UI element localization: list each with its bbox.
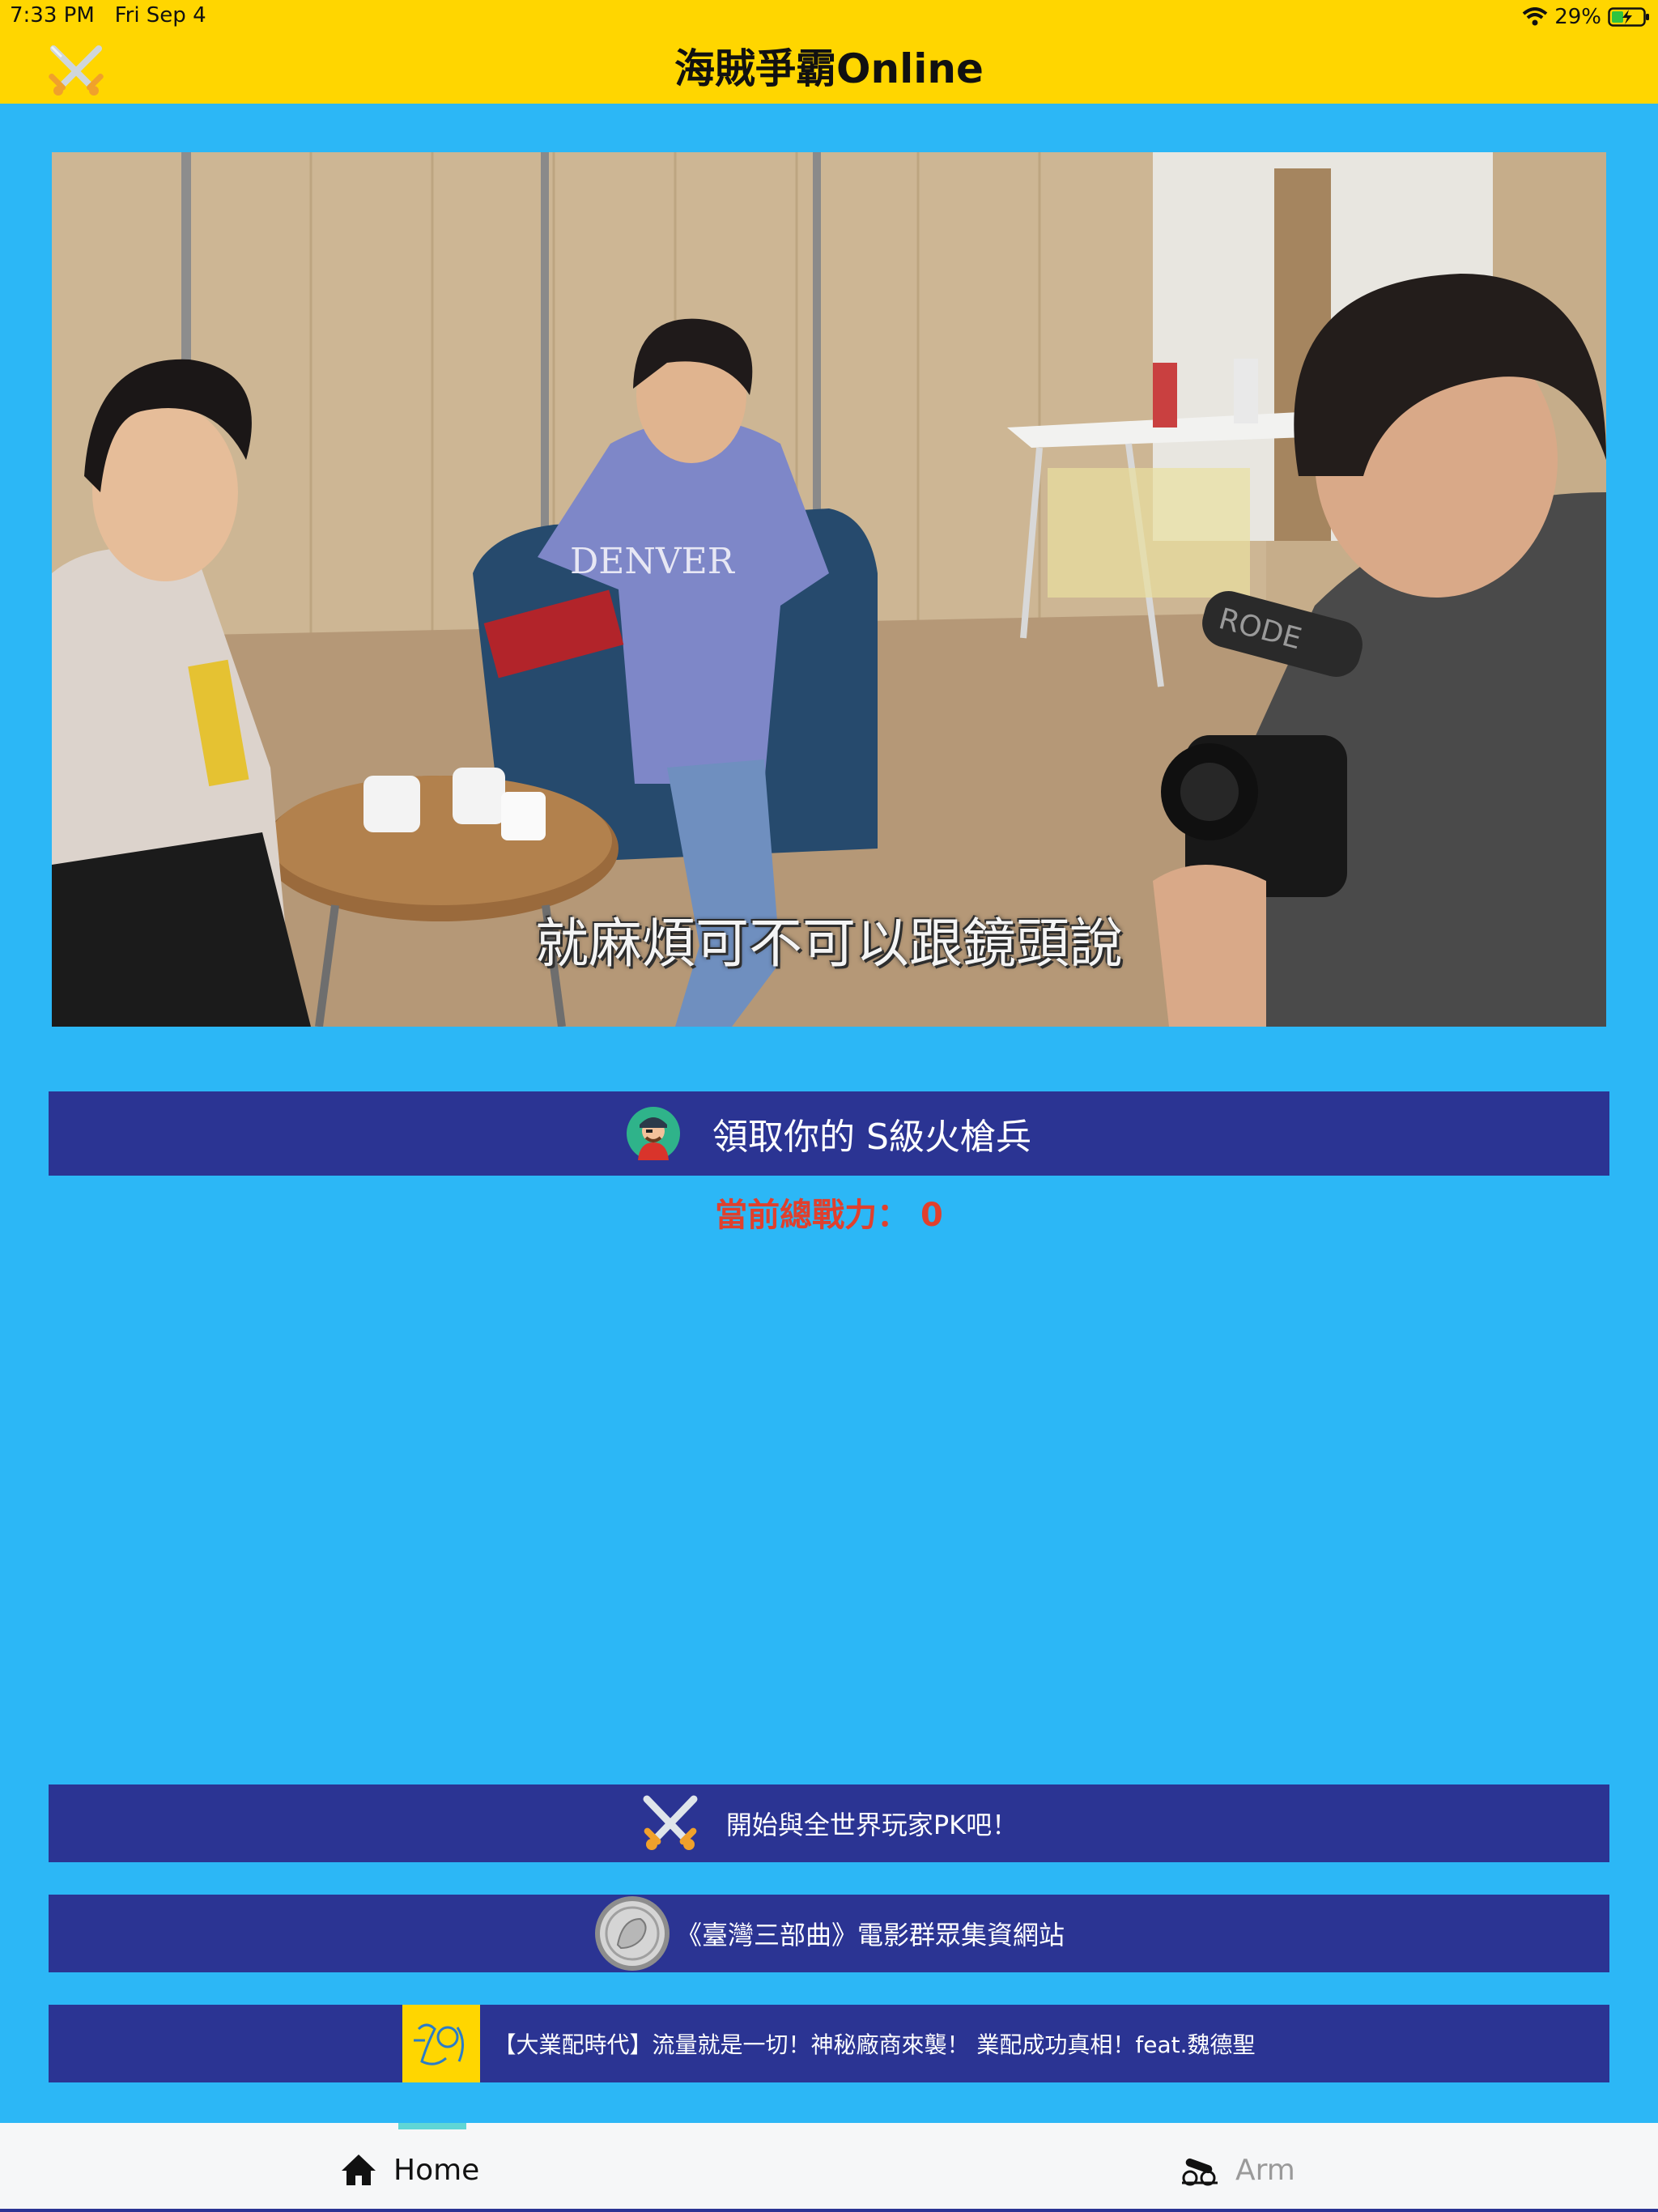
claim-musketeer-button[interactable]: 領取你的 S級火槍兵	[49, 1091, 1609, 1176]
featured-video-button[interactable]: 【大業配時代】流量就是一切！神秘廠商來襲！ 業配成功真相！feat.魏德聖	[49, 2005, 1609, 2082]
video-subtitle: 就麻煩可不可以跟鏡頭說	[535, 912, 1123, 975]
status-bar-right: 29%	[1522, 3, 1650, 31]
app-header: 7:33 PM Fri Sep 4 29% 海賊爭霸Online	[0, 0, 1658, 104]
page-title: 海賊爭霸Online	[674, 45, 984, 92]
status-date: Fri Sep 4	[114, 3, 206, 28]
crossed-swords-icon	[643, 1795, 698, 1850]
cannon-icon	[1182, 2158, 1218, 2186]
status-time: 7:33 PM	[10, 3, 95, 28]
battery-percent: 29%	[1554, 5, 1601, 29]
tab-home[interactable]: Home	[340, 2147, 479, 2193]
crowdfunding-button-label: 《臺灣三部曲》電影群眾集資網站	[675, 1920, 1065, 1950]
pirate-avatar-icon	[627, 1107, 681, 1160]
tab-arm[interactable]: Arm	[1180, 2147, 1295, 2193]
video-player[interactable]: DENVER RODE 就麻煩可不可以跟鏡頭說	[52, 152, 1606, 1027]
wifi-icon	[1522, 7, 1548, 26]
shirt-text: DENVER	[570, 541, 736, 582]
pk-button-label: 開始與全世界玩家PK吧！	[725, 1810, 1018, 1840]
channel-logo-icon	[402, 2005, 481, 2082]
tab-bar: Home Arm	[0, 2123, 1658, 2212]
coin-icon	[594, 1896, 670, 1971]
tab-home-label: Home	[393, 2153, 480, 2187]
tab-arm-label: Arm	[1235, 2153, 1295, 2187]
crowdfunding-button[interactable]: 《臺灣三部曲》電影群眾集資網站	[49, 1895, 1609, 1972]
tab-active-indicator	[398, 2123, 466, 2129]
status-bar-left: 7:33 PM Fri Sep 4	[10, 3, 206, 28]
start-pk-button[interactable]: 開始與全世界玩家PK吧！	[49, 1784, 1609, 1862]
featured-video-label: 【大業配時代】流量就是一切！神秘廠商來襲！ 業配成功真相！feat.魏德聖	[493, 2031, 1256, 2058]
video-frame: DENVER RODE	[52, 152, 1606, 1027]
total-power-text: 當前總戰力： 0	[715, 1197, 943, 1234]
home-icon	[342, 2155, 376, 2185]
battery-icon	[1608, 7, 1649, 27]
claim-button-label: 領取你的 S級火槍兵	[712, 1117, 1031, 1158]
